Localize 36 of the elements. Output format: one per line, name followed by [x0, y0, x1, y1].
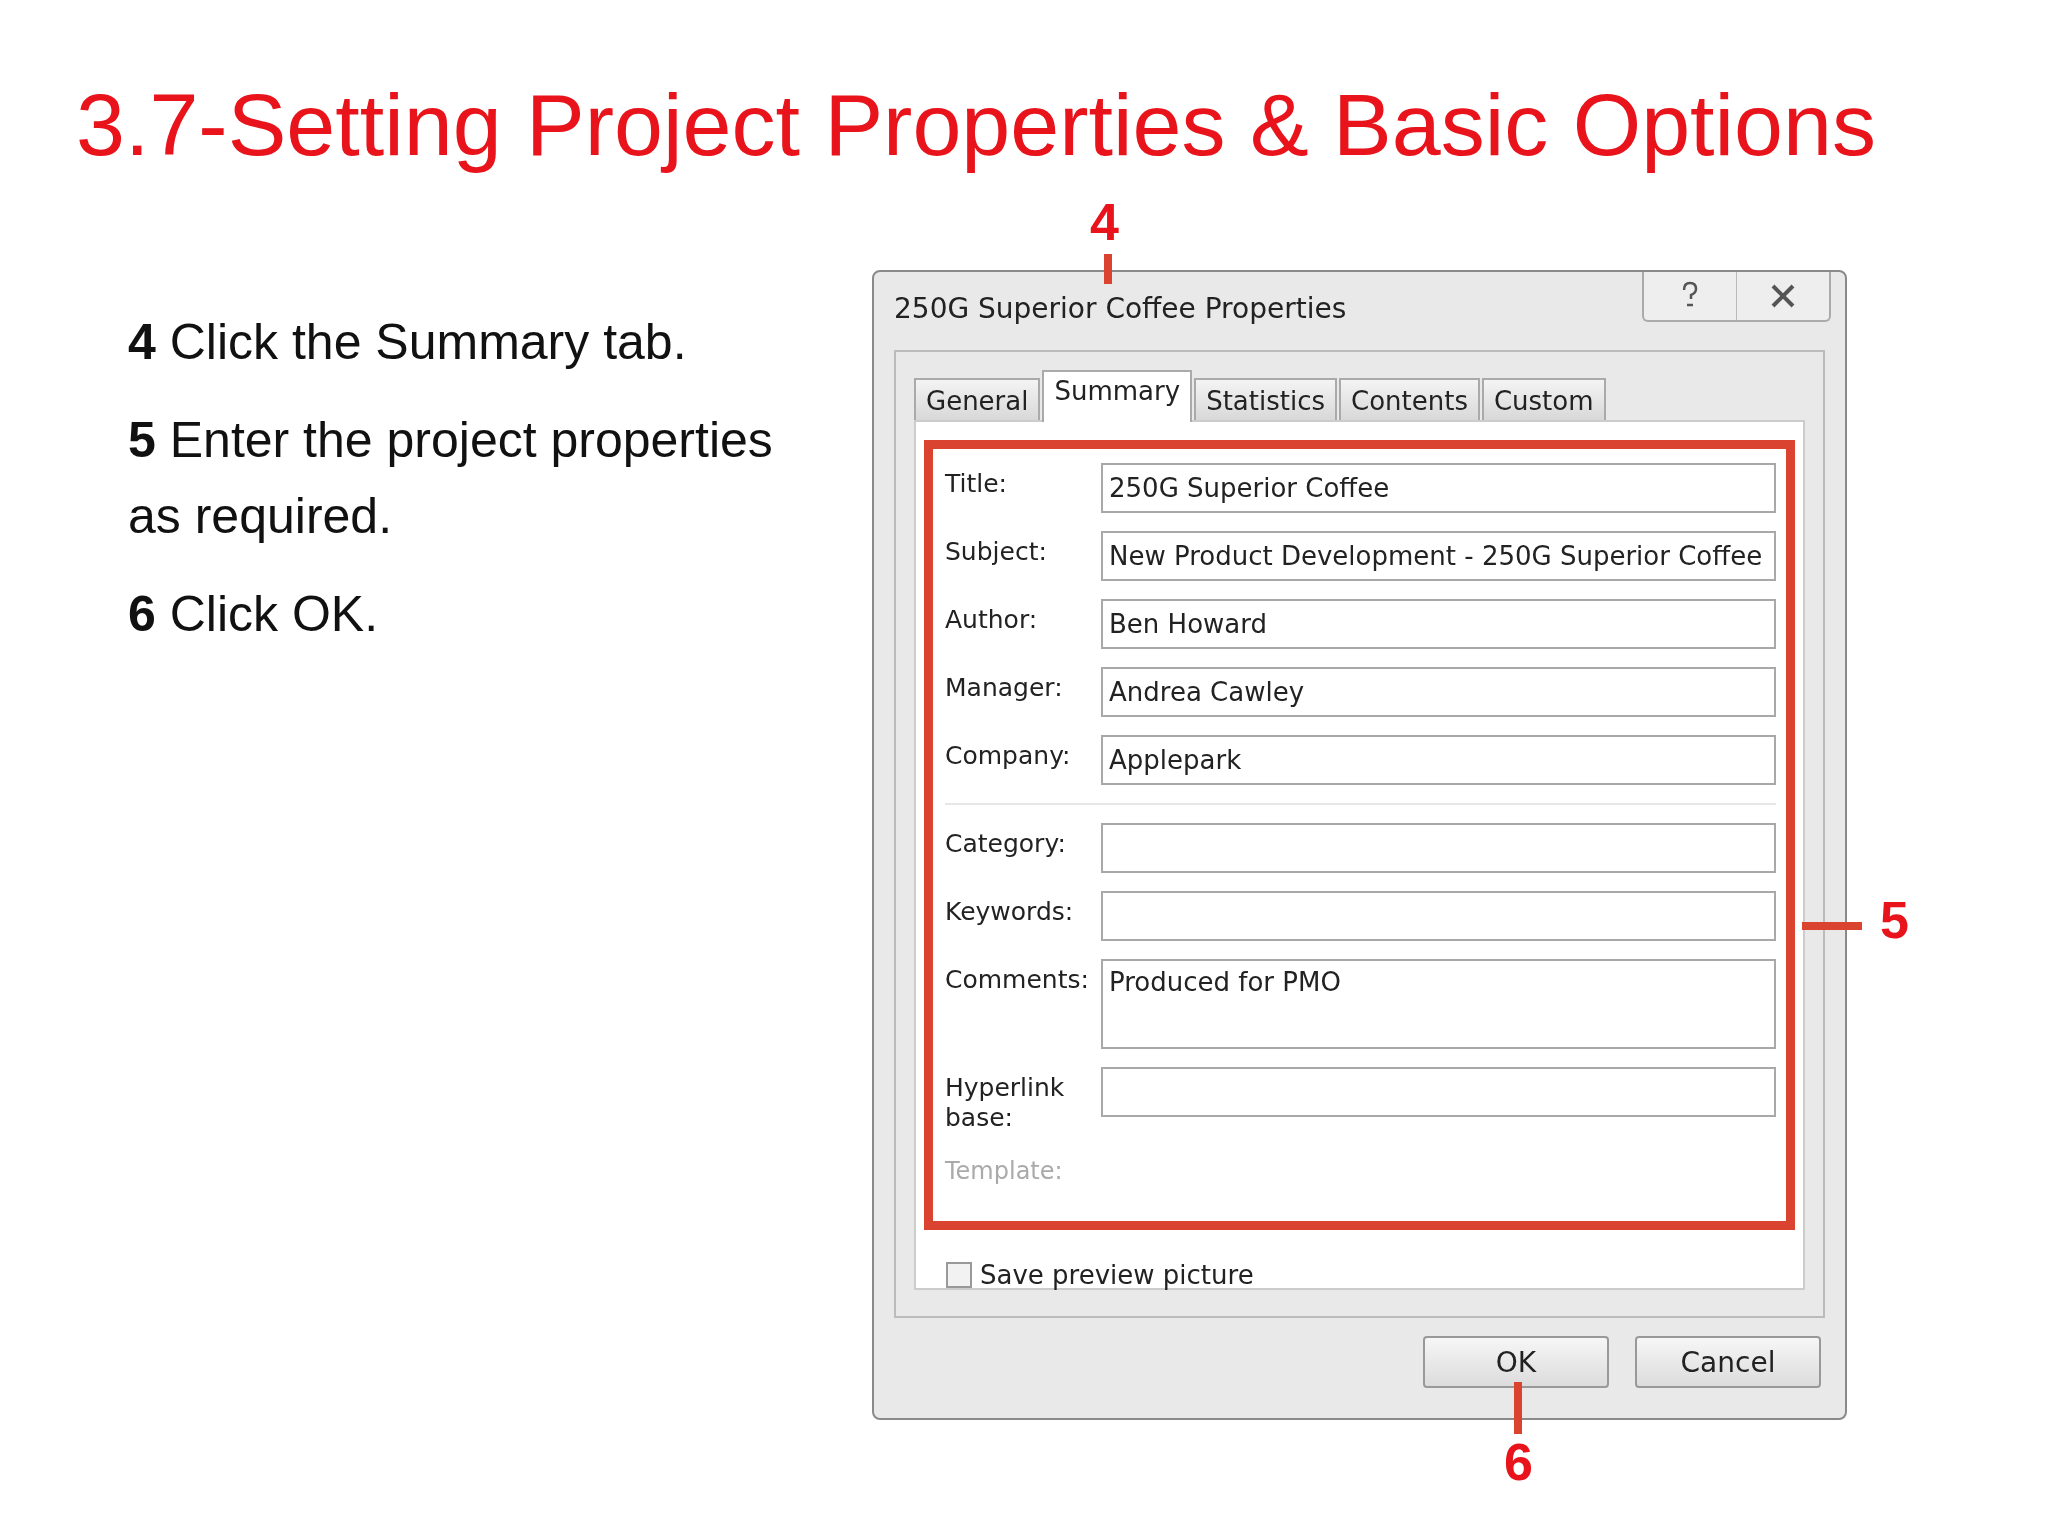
instruction-step: 4 Click the Summary tab.	[128, 304, 800, 380]
input-field[interactable]	[1101, 1067, 1776, 1117]
input-field[interactable]: Applepark	[1101, 735, 1776, 785]
field-label: Category:	[945, 828, 1067, 859]
tab[interactable]: Statistics	[1194, 378, 1337, 420]
tab[interactable]: Contents	[1339, 378, 1480, 420]
field-label: Author:	[945, 604, 1039, 635]
input-field[interactable]	[1101, 823, 1776, 873]
tab[interactable]: Custom	[1481, 378, 1606, 420]
tab[interactable]: General	[914, 378, 1041, 420]
field-label: Company:	[945, 740, 1072, 771]
input-field[interactable]: 250G Superior Coffee	[1101, 463, 1776, 513]
callout-number: 6	[1504, 1432, 1533, 1492]
instruction-step: 5 Enter the project properties as required.	[128, 402, 800, 554]
slide-title: 3.7-Setting Project Properties & Basic Options	[76, 74, 1877, 176]
field-label: Keywords:	[945, 896, 1075, 927]
field-label: Comments:	[945, 964, 1090, 995]
input-field[interactable]: New Product Development - 250G Superior Coffee	[1101, 531, 1776, 581]
instruction-step: 6 Click OK.	[128, 576, 800, 652]
checkbox[interactable]	[946, 1262, 972, 1288]
field-label: Title:	[945, 468, 1008, 499]
callout-number: 4	[1090, 192, 1119, 252]
dialog-title: 250G Superior Coffee Properties	[893, 291, 1347, 327]
input-field[interactable]: Ben Howard	[1101, 599, 1776, 649]
dialog-button[interactable]: OK	[1423, 1336, 1609, 1388]
checkbox-label: Save preview picture	[980, 1260, 1254, 1290]
dialog-button[interactable]: Cancel	[1635, 1336, 1821, 1388]
callout-number: 5	[1880, 890, 1909, 950]
field-label: Template:	[945, 1156, 1064, 1186]
input-field[interactable]: Andrea Cawley	[1101, 667, 1776, 717]
field-label: Manager:	[945, 672, 1064, 703]
field-label: Hyperlink base:	[945, 1072, 1066, 1133]
field-label: Subject:	[945, 536, 1048, 567]
input-field[interactable]: Produced for PMO	[1101, 959, 1776, 1049]
input-field[interactable]	[1101, 891, 1776, 941]
tab[interactable]: Summary	[1042, 370, 1193, 422]
